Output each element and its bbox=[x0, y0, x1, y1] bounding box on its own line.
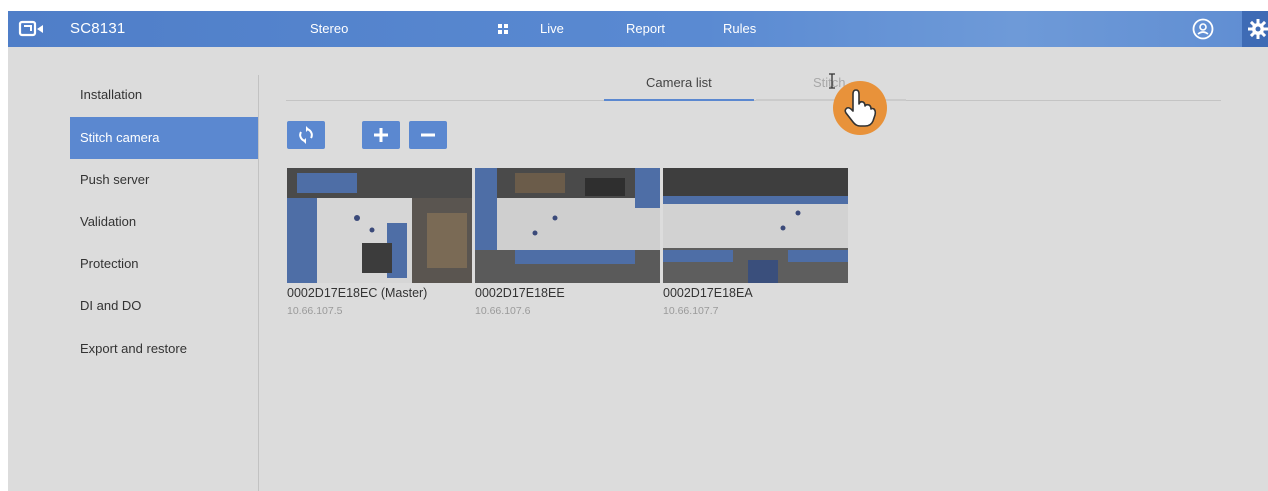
sidebar-item-push-server[interactable]: Push server bbox=[70, 159, 258, 201]
tab-camera-list[interactable]: Camera list bbox=[646, 75, 712, 90]
minus-icon bbox=[421, 133, 435, 137]
device-model: SC8131 bbox=[70, 20, 126, 37]
plus-icon bbox=[374, 128, 388, 142]
tab-active-indicator bbox=[604, 99, 754, 101]
hand-pointer-icon bbox=[833, 81, 887, 135]
sidebar-divider bbox=[258, 75, 259, 491]
top-bar: SC8131 Stereo Live Report Rules bbox=[8, 11, 1268, 47]
settings-button[interactable] bbox=[1242, 11, 1268, 47]
camera-name: 0002D17E18EC (Master) bbox=[287, 286, 428, 300]
sidebar-item-export-and-restore[interactable]: Export and restore bbox=[70, 328, 258, 370]
camera-thumbnail[interactable] bbox=[475, 168, 660, 283]
nav-live[interactable]: Live bbox=[540, 21, 564, 36]
camera-name: 0002D17E18EA bbox=[663, 286, 753, 300]
camera-ip: 10.66.107.7 bbox=[663, 305, 719, 317]
camera-thumbnail[interactable] bbox=[287, 168, 472, 283]
grid-icon[interactable] bbox=[498, 24, 508, 34]
camera-ip: 10.66.107.6 bbox=[475, 305, 531, 317]
gear-icon bbox=[1248, 19, 1268, 39]
camera-card[interactable]: 0002D17E18EE 10.66.107.6 bbox=[475, 168, 660, 317]
camera-card[interactable]: 0002D17E18EA 10.66.107.7 bbox=[663, 168, 848, 317]
app-window: SC8131 Stereo Live Report Rules Installa… bbox=[8, 11, 1268, 491]
camera-card[interactable]: 0002D17E18EC (Master) 10.66.107.5 bbox=[287, 168, 472, 317]
camera-ip: 10.66.107.5 bbox=[287, 305, 343, 317]
remove-camera-button[interactable] bbox=[409, 121, 447, 149]
sidebar-item-di-and-do[interactable]: DI and DO bbox=[70, 285, 258, 327]
camera-name: 0002D17E18EE bbox=[475, 286, 565, 300]
sidebar-item-installation[interactable]: Installation bbox=[70, 74, 258, 116]
nav-rules[interactable]: Rules bbox=[723, 21, 756, 36]
sidebar: Installation Stitch camera Push server V… bbox=[8, 47, 258, 491]
sidebar-item-stitch-camera[interactable]: Stitch camera bbox=[70, 117, 258, 159]
camera-thumbnail[interactable] bbox=[663, 168, 848, 283]
camera-logo-icon[interactable] bbox=[18, 19, 46, 39]
nav-report[interactable]: Report bbox=[626, 21, 665, 36]
refresh-icon bbox=[299, 126, 313, 144]
add-camera-button[interactable] bbox=[362, 121, 400, 149]
sidebar-item-validation[interactable]: Validation bbox=[70, 201, 258, 243]
sidebar-item-protection[interactable]: Protection bbox=[70, 243, 258, 285]
refresh-button[interactable] bbox=[287, 121, 325, 149]
user-icon[interactable] bbox=[1192, 18, 1214, 40]
nav-stereo[interactable]: Stereo bbox=[310, 21, 348, 36]
